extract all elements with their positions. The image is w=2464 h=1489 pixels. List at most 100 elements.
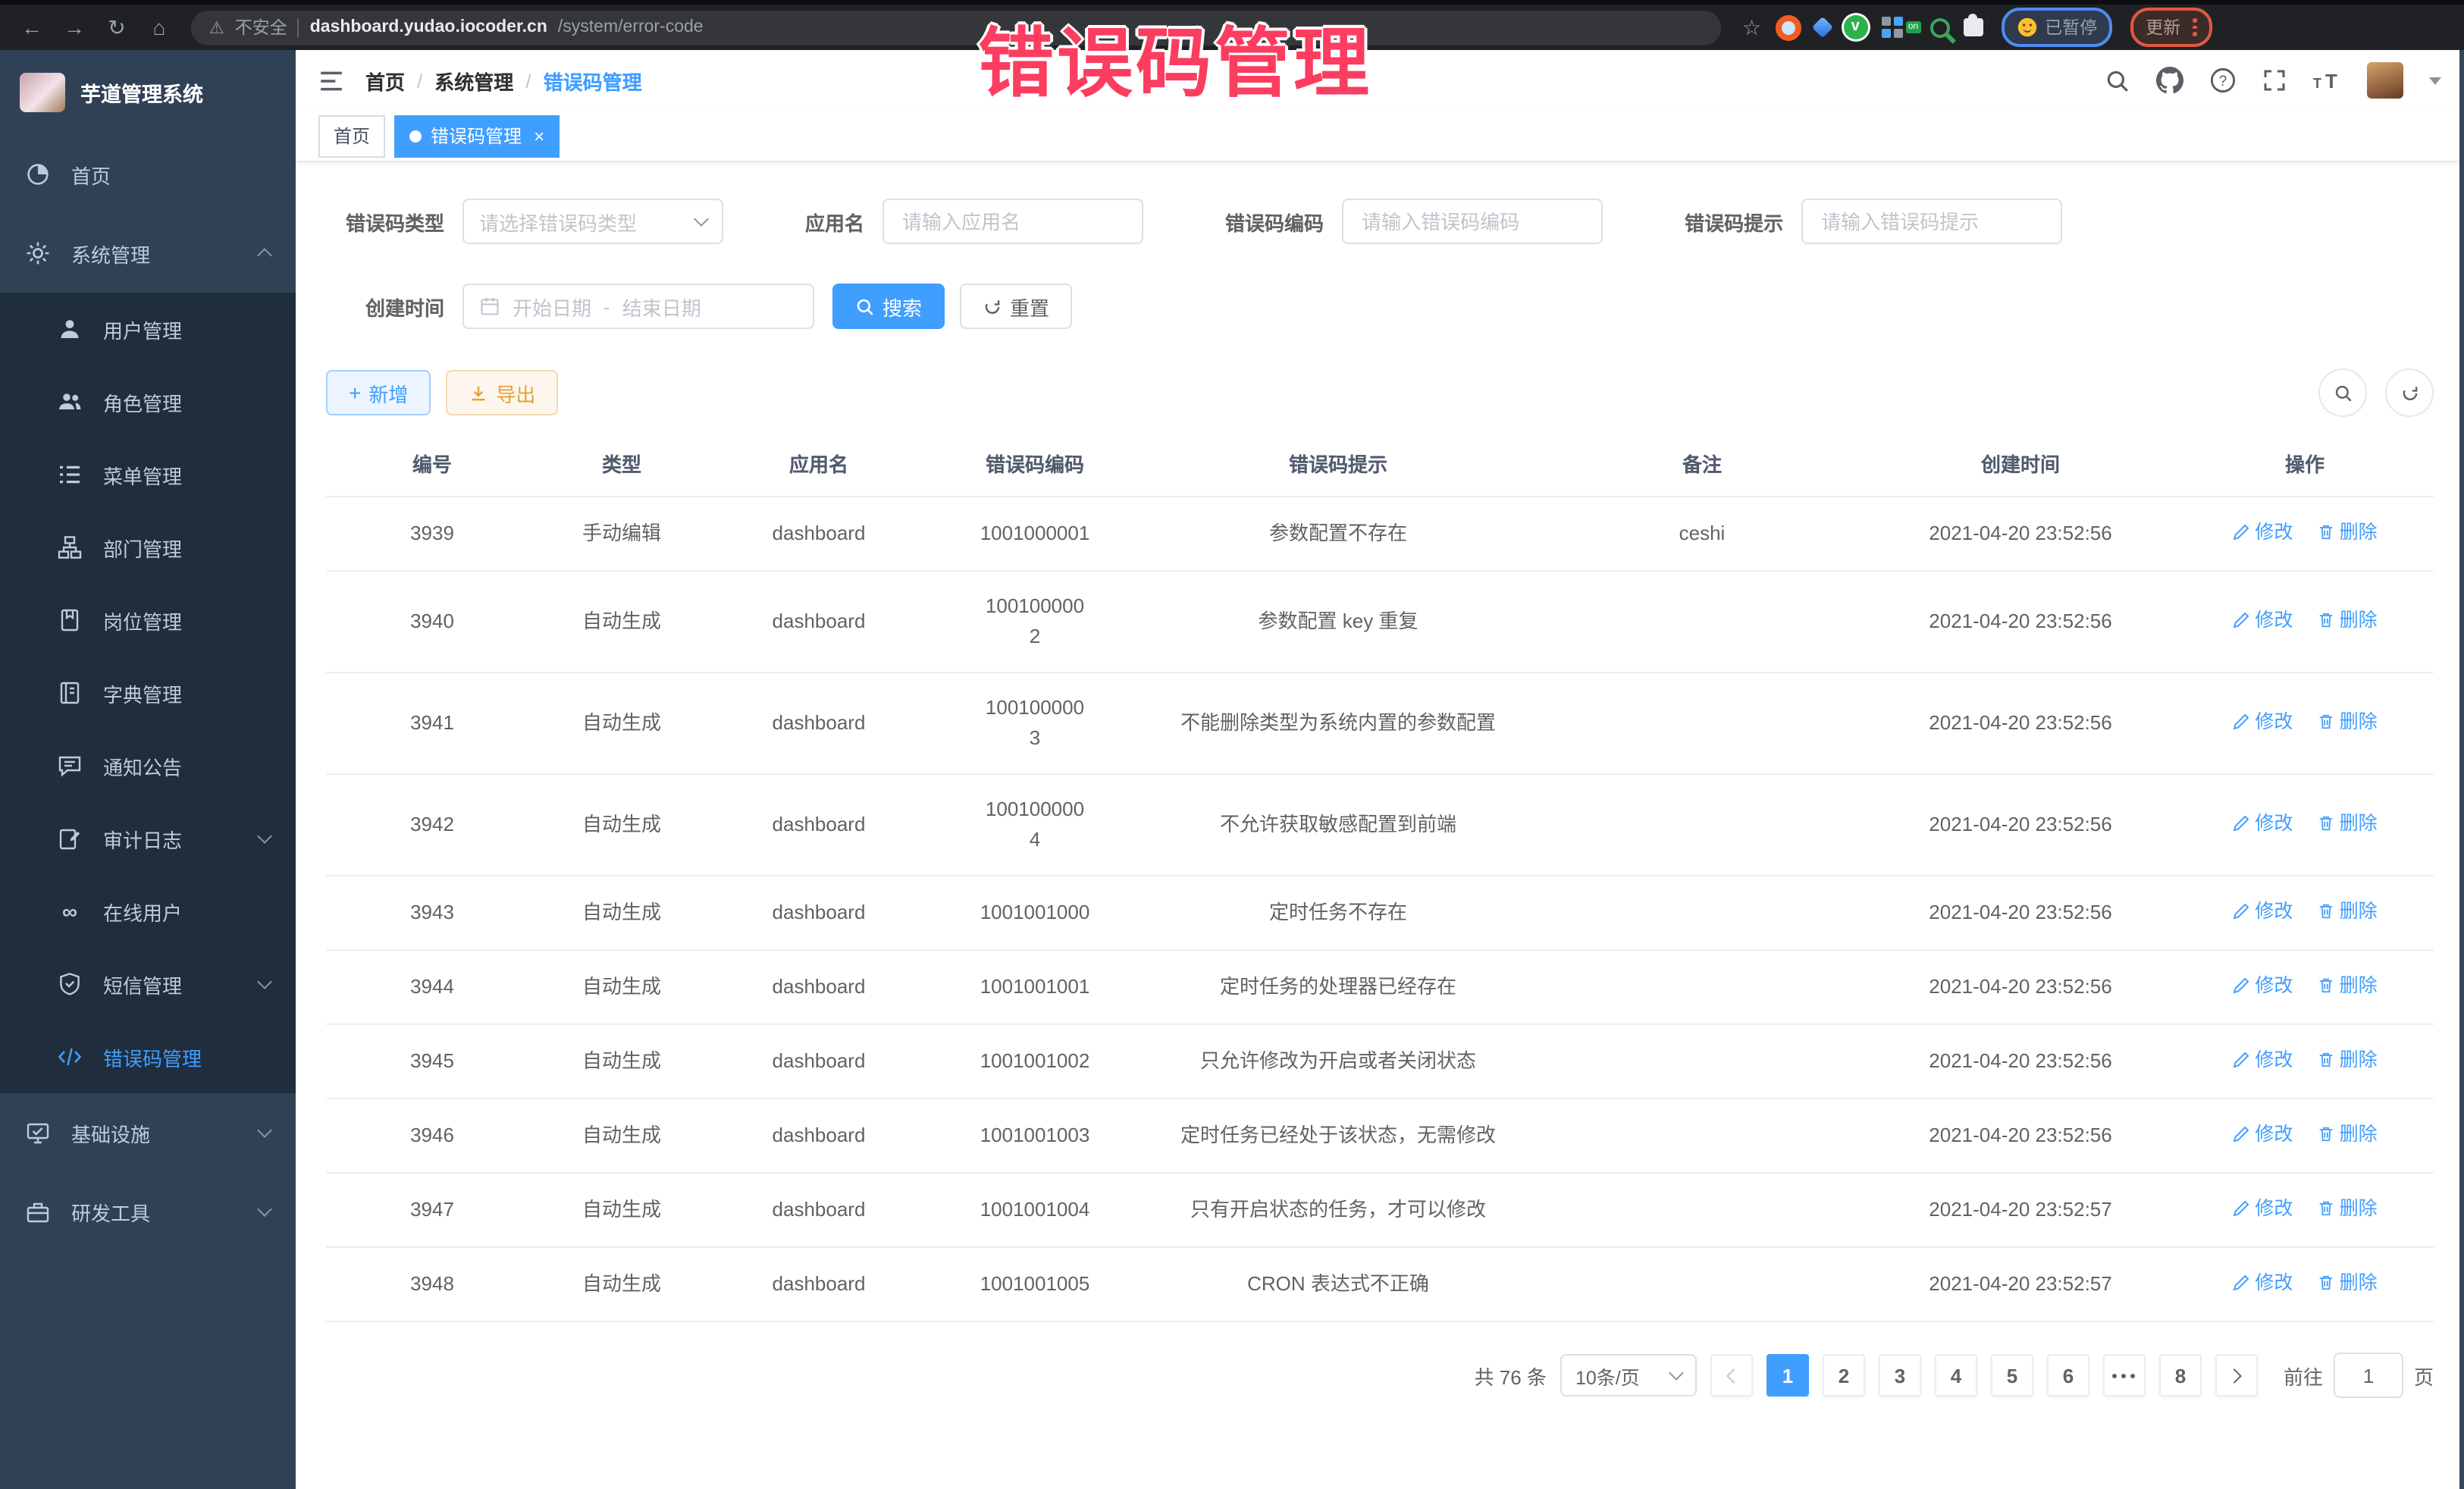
gear-icon xyxy=(26,241,50,265)
paused-badge[interactable]: 已暂停 xyxy=(2001,8,2112,47)
delete-link[interactable]: 删除 xyxy=(2317,896,2378,926)
add-button[interactable]: + 新增 xyxy=(326,370,431,415)
sidebar-item-error-code[interactable]: 错误码管理 xyxy=(0,1020,296,1093)
sidebar-item-departments[interactable]: 部门管理 xyxy=(0,511,296,584)
edit-icon xyxy=(2232,1051,2250,1069)
delete-link[interactable]: 删除 xyxy=(2317,1119,2378,1149)
more-pages-button[interactable] xyxy=(2103,1354,2146,1397)
error-code-input[interactable] xyxy=(1359,208,1586,234)
edit-icon xyxy=(2232,814,2250,832)
delete-link[interactable]: 删除 xyxy=(2317,808,2378,839)
sidebar-item-sms[interactable]: 短信管理 xyxy=(0,948,296,1020)
extensions-area: ☆ v on xyxy=(1742,14,1983,40)
app-name-input[interactable] xyxy=(899,208,1127,234)
address-bar[interactable]: ⚠ 不安全 dashboard.yudao.iocoder.cn/system/… xyxy=(191,10,1721,45)
delete-link[interactable]: 删除 xyxy=(2317,605,2378,635)
sidebar-item-online-users[interactable]: ∞ 在线用户 xyxy=(0,875,296,948)
page-button-2[interactable]: 2 xyxy=(1823,1354,1865,1397)
hamburger-icon[interactable] xyxy=(318,67,344,93)
security-label: 不安全 xyxy=(235,15,287,39)
extension-icon[interactable] xyxy=(1811,17,1832,38)
update-badge[interactable]: 更新 xyxy=(2130,8,2212,47)
help-icon[interactable]: ? xyxy=(2209,67,2237,94)
breadcrumb-home[interactable]: 首页 xyxy=(365,66,405,95)
edit-link[interactable]: 修改 xyxy=(2232,1268,2293,1298)
page-button-4[interactable]: 4 xyxy=(1935,1354,1977,1397)
sidebar-item-home[interactable]: 首页 xyxy=(0,135,296,214)
users-icon xyxy=(58,390,82,414)
delete-link[interactable]: 删除 xyxy=(2317,1045,2378,1075)
delete-link[interactable]: 删除 xyxy=(2317,1268,2378,1298)
edit-link[interactable]: 修改 xyxy=(2232,605,2293,635)
page-button-6[interactable]: 6 xyxy=(2047,1354,2089,1397)
search-icon[interactable] xyxy=(2105,67,2130,93)
fullscreen-icon[interactable] xyxy=(2262,68,2287,92)
edit-link[interactable]: 修改 xyxy=(2232,1045,2293,1075)
edit-link[interactable]: 修改 xyxy=(2232,1119,2293,1149)
edit-link[interactable]: 修改 xyxy=(2232,1193,2293,1224)
back-icon[interactable]: ← xyxy=(12,5,52,50)
scrollbar[interactable] xyxy=(2459,50,2464,1489)
edit-link[interactable]: 修改 xyxy=(2232,707,2293,737)
error-code-label: 错误码编码 xyxy=(1225,207,1324,236)
delete-link[interactable]: 删除 xyxy=(2317,707,2378,737)
sidebar-item-users[interactable]: 用户管理 xyxy=(0,293,296,365)
page-button-1[interactable]: 1 xyxy=(1766,1354,1809,1397)
extension-icon[interactable] xyxy=(1775,14,1801,40)
delete-link[interactable]: 删除 xyxy=(2317,970,2378,1001)
breadcrumb-system[interactable]: 系统管理 xyxy=(434,66,513,95)
edit-link[interactable]: 修改 xyxy=(2232,970,2293,1001)
github-icon[interactable] xyxy=(2156,67,2183,94)
tab-error-code[interactable]: 错误码管理 × xyxy=(394,114,560,157)
extensions-puzzle-icon[interactable] xyxy=(1963,18,1983,36)
prev-page-button[interactable] xyxy=(1710,1354,1753,1397)
chevron-down-icon xyxy=(257,829,272,844)
extension-icon[interactable] xyxy=(1930,17,1949,37)
refresh-table-button[interactable] xyxy=(2385,368,2434,417)
delete-link[interactable]: 删除 xyxy=(2317,1193,2378,1224)
delete-link[interactable]: 删除 xyxy=(2317,517,2378,547)
next-page-button[interactable] xyxy=(2215,1354,2258,1397)
extension-icon[interactable] xyxy=(1881,17,1902,38)
error-hint-input[interactable] xyxy=(1818,208,2045,234)
browser-menu-icon[interactable] xyxy=(2193,19,2196,36)
sidebar-item-infrastructure[interactable]: 基础设施 xyxy=(0,1093,296,1172)
page-button-3[interactable]: 3 xyxy=(1879,1354,1921,1397)
tab-home[interactable]: 首页 xyxy=(318,114,385,157)
reload-icon[interactable]: ↻ xyxy=(97,5,136,50)
font-size-icon[interactable]: TT xyxy=(2312,68,2341,92)
sidebar-item-roles[interactable]: 角色管理 xyxy=(0,365,296,438)
sidebar-item-dictionary[interactable]: 字典管理 xyxy=(0,657,296,729)
user-avatar[interactable] xyxy=(2367,62,2403,99)
goto-page-input[interactable] xyxy=(2334,1353,2403,1398)
edit-icon xyxy=(2232,1125,2250,1143)
page-size-select[interactable]: 10条/页 xyxy=(1560,1354,1697,1397)
date-range-picker[interactable]: 开始日期 - 结束日期 xyxy=(462,284,814,329)
end-date-placeholder: 结束日期 xyxy=(622,292,701,321)
table-row: 3941 自动生成 dashboard 1001000003 不能删除类型为系统… xyxy=(326,673,2434,775)
edit-link[interactable]: 修改 xyxy=(2232,808,2293,839)
forward-icon[interactable]: → xyxy=(55,5,94,50)
page-button-5[interactable]: 5 xyxy=(1991,1354,2033,1397)
search-button[interactable]: 搜索 xyxy=(832,284,945,329)
sidebar-item-system[interactable]: 系统管理 xyxy=(0,214,296,293)
sidebar-item-audit-log[interactable]: 审计日志 xyxy=(0,802,296,875)
home-icon[interactable]: ⌂ xyxy=(140,5,179,50)
avatar-caret-icon[interactable] xyxy=(2429,77,2441,84)
sidebar-item-posts[interactable]: 岗位管理 xyxy=(0,584,296,657)
update-label: 更新 xyxy=(2146,15,2180,39)
export-button[interactable]: 导出 xyxy=(446,370,558,415)
error-type-select[interactable]: 请选择错误码类型 xyxy=(462,199,723,244)
trash-icon xyxy=(2317,713,2335,731)
bookmark-star-icon[interactable]: ☆ xyxy=(1742,14,1761,40)
sidebar-item-menus[interactable]: 菜单管理 xyxy=(0,438,296,511)
sidebar-item-notices[interactable]: 通知公告 xyxy=(0,729,296,802)
edit-link[interactable]: 修改 xyxy=(2232,517,2293,547)
toggle-search-button[interactable] xyxy=(2318,368,2367,417)
edit-link[interactable]: 修改 xyxy=(2232,896,2293,926)
extension-icon[interactable]: v xyxy=(1843,15,1867,39)
page-button-8[interactable]: 8 xyxy=(2159,1354,2202,1397)
close-icon[interactable]: × xyxy=(534,125,544,146)
reset-button[interactable]: 重置 xyxy=(960,284,1072,329)
sidebar-item-dev-tools[interactable]: 研发工具 xyxy=(0,1172,296,1251)
